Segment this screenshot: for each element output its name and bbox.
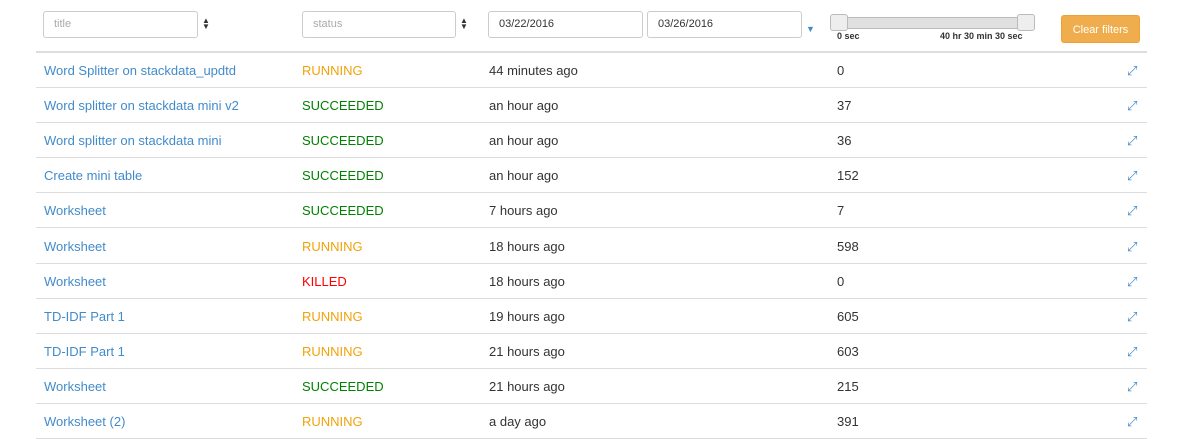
slider-max-label: 40 hr 30 min 30 sec xyxy=(940,31,1023,41)
table-row: TD-IDF Part 1 RUNNING 21 hours ago 603 ⤢ xyxy=(36,334,1147,369)
job-title-link[interactable]: TD-IDF Part 1 xyxy=(44,344,125,359)
table-row: Worksheet SUCCEEDED 21 hours ago 215 ⤢ xyxy=(36,369,1147,404)
expand-icon[interactable]: ⤢ xyxy=(1127,344,1137,359)
expand-icon[interactable]: ⤢ xyxy=(1127,239,1137,254)
table-row: Word splitter on stackdata mini SUCCEEDE… xyxy=(36,123,1147,159)
time-text: an hour ago xyxy=(489,133,559,149)
duration-slider[interactable] xyxy=(833,17,1035,29)
count-text: 391 xyxy=(837,414,859,429)
time-text: 21 hours ago xyxy=(489,343,565,359)
expand-icon[interactable]: ⤢ xyxy=(1127,63,1137,78)
count-text: 605 xyxy=(837,308,859,324)
date-dropdown-icon[interactable]: ▼ xyxy=(806,24,815,34)
expand-icon[interactable]: ⤢ xyxy=(1127,133,1137,148)
time-text: an hour ago xyxy=(489,168,559,184)
time-text: 7 hours ago xyxy=(489,203,558,219)
expand-icon[interactable]: ⤢ xyxy=(1127,168,1137,183)
job-title-link[interactable]: Word splitter on stackdata mini v2 xyxy=(44,98,239,113)
expand-icon[interactable]: ⤢ xyxy=(1127,414,1137,429)
date-to-input[interactable]: 03/26/2016 xyxy=(647,11,802,38)
job-title-link[interactable]: Worksheet xyxy=(44,379,106,394)
job-title-link[interactable]: Word splitter on stackdata mini xyxy=(44,133,222,148)
time-text: 18 hours ago xyxy=(489,273,565,289)
job-title-link[interactable]: Worksheet xyxy=(44,274,106,289)
table-row: Worksheet RUNNING 18 hours ago 598 ⤢ xyxy=(36,229,1147,264)
status-text: SUCCEEDED xyxy=(302,378,384,394)
count-text: 598 xyxy=(837,238,859,254)
status-text: KILLED xyxy=(302,273,347,289)
table-row: Word splitter on stackdata mini v2 SUCCE… xyxy=(36,88,1147,124)
slider-min-label: 0 sec xyxy=(837,31,860,41)
expand-icon[interactable]: ⤢ xyxy=(1127,98,1137,113)
status-text: SUCCEEDED xyxy=(302,203,384,219)
slider-max-handle[interactable] xyxy=(1017,14,1035,31)
table-row: TD-IDF Part 1 RUNNING 19 hours ago 605 ⤢ xyxy=(36,299,1147,334)
job-title-link[interactable]: Worksheet (2) xyxy=(44,414,125,429)
expand-icon[interactable]: ⤢ xyxy=(1127,379,1137,394)
time-text: 18 hours ago xyxy=(489,238,565,254)
count-text: 36 xyxy=(837,133,852,149)
table-row: Worksheet KILLED 18 hours ago 0 ⤢ xyxy=(36,264,1147,299)
table-row: Word Splitter on stackdata_updtd RUNNING… xyxy=(36,53,1147,88)
count-text: 603 xyxy=(837,343,859,359)
filter-bar: title ▲ ▼ status ▲ ▼ 03/22/2016 03/26/2016… xyxy=(0,0,1193,52)
time-text: 19 hours ago xyxy=(489,308,565,324)
time-text: 44 minutes ago xyxy=(489,63,578,78)
title-filter-input[interactable]: title xyxy=(43,11,198,38)
status-text: RUNNING xyxy=(302,238,363,254)
count-text: 152 xyxy=(837,168,859,184)
count-text: 215 xyxy=(837,378,859,394)
status-text: SUCCEEDED xyxy=(302,133,384,149)
time-text: 21 hours ago xyxy=(489,378,565,394)
time-text: an hour ago xyxy=(489,98,559,114)
sort-status-icon[interactable]: ▲ ▼ xyxy=(460,17,468,31)
expand-icon[interactable]: ⤢ xyxy=(1127,203,1137,218)
status-text: SUCCEEDED xyxy=(302,168,384,184)
sort-title-icon[interactable]: ▲ ▼ xyxy=(202,17,210,31)
clear-filters-button[interactable]: Clear filters xyxy=(1061,15,1140,43)
job-title-link[interactable]: Worksheet xyxy=(44,239,106,254)
status-text: SUCCEEDED xyxy=(302,98,384,114)
table-row: Worksheet SUCCEEDED 7 hours ago 7 ⤢ xyxy=(36,193,1147,229)
status-filter-input[interactable]: status xyxy=(302,11,456,38)
time-text: a day ago xyxy=(489,414,547,429)
count-text: 0 xyxy=(837,63,845,78)
job-title-link[interactable]: Word Splitter on stackdata_updtd xyxy=(44,63,236,78)
job-title-link[interactable]: Worksheet xyxy=(44,203,106,218)
count-text: 0 xyxy=(837,273,845,289)
status-text: RUNNING xyxy=(302,308,363,324)
expand-icon[interactable]: ⤢ xyxy=(1127,274,1137,289)
status-text: RUNNING xyxy=(302,63,363,78)
job-title-link[interactable]: TD-IDF Part 1 xyxy=(44,309,125,324)
count-text: 7 xyxy=(837,203,845,219)
job-title-link[interactable]: Create mini table xyxy=(44,168,142,183)
expand-icon[interactable]: ⤢ xyxy=(1127,309,1137,324)
table-row: Worksheet (2) RUNNING a day ago 391 ⤢ xyxy=(36,404,1147,439)
count-text: 37 xyxy=(837,98,852,114)
date-from-input[interactable]: 03/22/2016 xyxy=(488,11,643,38)
table-row: Create mini table SUCCEEDED an hour ago … xyxy=(36,158,1147,194)
slider-min-handle[interactable] xyxy=(830,14,848,31)
status-text: RUNNING xyxy=(302,343,363,359)
status-text: RUNNING xyxy=(302,414,363,429)
